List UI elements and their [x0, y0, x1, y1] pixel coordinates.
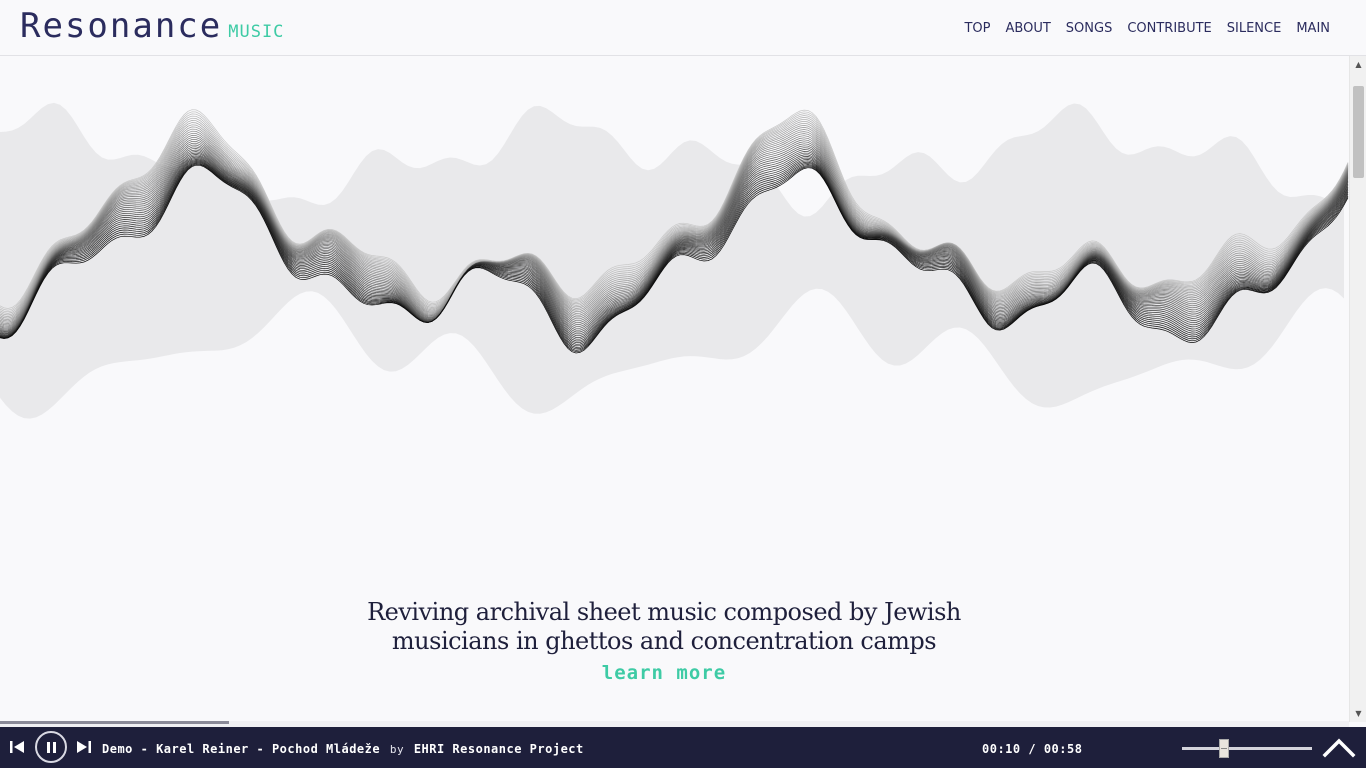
- track-info: Demo - Karel Reiner - Pochod Mládeže by …: [102, 742, 584, 756]
- scroll-top-icon[interactable]: [1322, 736, 1356, 758]
- nav-silence[interactable]: SILENCE: [1227, 21, 1282, 36]
- nav-contribute[interactable]: CONTRIBUTE: [1127, 21, 1211, 36]
- page-scrollbar[interactable]: ▲ ▼: [1349, 56, 1366, 722]
- hero-line-2: musicians in ghettos and concentration c…: [391, 627, 937, 655]
- volume-slider-thumb[interactable]: [1218, 739, 1229, 758]
- playback-progress-fill: [0, 721, 230, 724]
- current-time: 00:10: [982, 742, 1021, 756]
- hero: Reviving archival sheet music composed b…: [300, 598, 1028, 684]
- next-icon[interactable]: [75, 738, 93, 756]
- time-display: 00:10 / 00:58: [982, 742, 1082, 756]
- hero-line-1: Reviving archival sheet music composed b…: [367, 598, 961, 626]
- nav-main[interactable]: MAIN: [1296, 21, 1330, 36]
- logo-main-text: Resonance: [20, 6, 223, 46]
- audio-player: Demo - Karel Reiner - Pochod Mládeže by …: [0, 727, 1366, 768]
- main-nav: TOP ABOUT SONGS CONTRIBUTE SILENCE MAIN: [964, 21, 1330, 36]
- scroll-up-icon[interactable]: ▲: [1350, 56, 1366, 73]
- prev-icon[interactable]: [8, 738, 26, 756]
- logo[interactable]: Resonance MUSIC: [20, 6, 284, 46]
- track-title: Demo - Karel Reiner - Pochod Mládeže: [102, 742, 381, 756]
- pause-icon[interactable]: [35, 731, 67, 763]
- nav-top[interactable]: TOP: [964, 21, 990, 36]
- waveform-graphic: [0, 102, 1349, 419]
- logo-sub-text: MUSIC: [228, 22, 285, 42]
- learn-more-link[interactable]: learn more: [602, 662, 726, 684]
- total-time: 00:58: [1043, 742, 1083, 756]
- scroll-thumb[interactable]: [1353, 86, 1364, 178]
- volume-slider[interactable]: [1182, 739, 1312, 758]
- site-header: Resonance MUSIC TOP ABOUT SONGS CONTRIBU…: [0, 0, 1366, 56]
- scroll-down-icon[interactable]: ▼: [1350, 705, 1366, 722]
- track-by: by: [389, 743, 405, 756]
- hero-tagline: Reviving archival sheet music composed b…: [300, 598, 1028, 656]
- time-separator: /: [1028, 742, 1037, 756]
- track-artist: EHRI Resonance Project: [413, 742, 584, 756]
- nav-about[interactable]: ABOUT: [1006, 21, 1051, 36]
- nav-songs[interactable]: SONGS: [1066, 21, 1113, 36]
